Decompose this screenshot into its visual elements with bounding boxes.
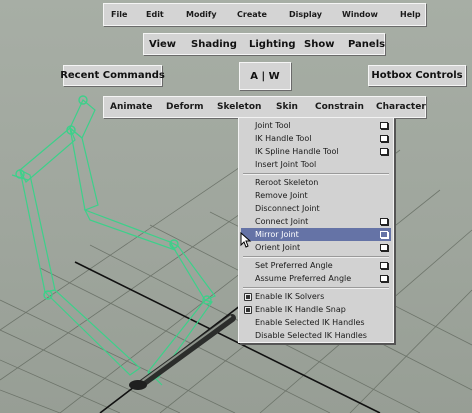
menu-item-enable-selected-ik-handles[interactable]: Enable Selected IK Handles bbox=[241, 316, 391, 329]
option-box-icon[interactable] bbox=[380, 231, 388, 238]
menu-item-set-preferred-angle[interactable]: Set Preferred Angle bbox=[241, 259, 391, 272]
option-box-icon[interactable] bbox=[380, 262, 388, 269]
option-box-icon[interactable] bbox=[380, 135, 388, 142]
menu-item-label: Insert Joint Tool bbox=[255, 160, 317, 169]
menu-item-enable-ik-handle-snap[interactable]: Enable IK Handle Snap bbox=[241, 303, 391, 316]
menu-item-joint-tool[interactable]: Joint Tool bbox=[241, 119, 391, 132]
option-box-icon[interactable] bbox=[380, 244, 388, 251]
menu-item-disable-selected-ik-handles[interactable]: Disable Selected IK Handles bbox=[241, 329, 391, 342]
menu-item-label: Reroot Skeleton bbox=[255, 178, 319, 187]
menu-separator bbox=[243, 287, 389, 289]
menu-item-label: Mirror Joint bbox=[255, 230, 299, 239]
menu-item-label: Disable Selected IK Handles bbox=[255, 331, 367, 340]
menu-item-label: IK Spline Handle Tool bbox=[255, 147, 339, 156]
menu-item-label: Set Preferred Angle bbox=[255, 261, 333, 270]
menu-modify[interactable]: Modify bbox=[186, 4, 217, 25]
menu-item-mirror-joint[interactable]: Mirror Joint bbox=[241, 228, 391, 241]
skeleton-dropdown-menu: Joint Tool IK Handle Tool IK Spline Hand… bbox=[238, 117, 394, 343]
menu-edit[interactable]: Edit bbox=[146, 4, 164, 25]
menu-item-orient-joint[interactable]: Orient Joint bbox=[241, 241, 391, 254]
menu-item-connect-joint[interactable]: Connect Joint bbox=[241, 215, 391, 228]
menu-item-label: Joint Tool bbox=[255, 121, 291, 130]
menu-create[interactable]: Create bbox=[237, 4, 267, 25]
menu-item-label: Connect Joint bbox=[255, 217, 309, 226]
menu-view[interactable]: View bbox=[149, 34, 176, 54]
menu-file[interactable]: File bbox=[111, 4, 127, 25]
menu-item-label: Enable Selected IK Handles bbox=[255, 318, 365, 327]
ground-grid bbox=[0, 139, 472, 413]
menu-item-disconnect-joint[interactable]: Disconnect Joint bbox=[241, 202, 391, 215]
menu-constrain[interactable]: Constrain bbox=[315, 97, 364, 117]
menu-show[interactable]: Show bbox=[304, 34, 334, 54]
menu-item-label: Orient Joint bbox=[255, 243, 301, 252]
scene-graphics bbox=[0, 95, 472, 413]
hotbox-controls-button[interactable]: Hotbox Controls bbox=[368, 65, 466, 86]
mouse-cursor-icon bbox=[240, 232, 252, 248]
menu-display[interactable]: Display bbox=[289, 4, 322, 25]
menu-item-label: IK Handle Tool bbox=[255, 134, 312, 143]
option-box-icon[interactable] bbox=[380, 218, 388, 225]
joint-markers bbox=[15, 95, 212, 381]
menu-help[interactable]: Help bbox=[400, 4, 421, 25]
recent-commands-button[interactable]: Recent Commands bbox=[60, 65, 165, 86]
module-menu-bar: Animate Deform Skeleton Skin Constrain C… bbox=[103, 96, 426, 118]
menu-skin[interactable]: Skin bbox=[276, 97, 298, 117]
menu-item-reroot-skeleton[interactable]: Reroot Skeleton bbox=[241, 176, 391, 189]
main-menu-bar: File Edit Modify Create Display Window H… bbox=[103, 3, 426, 26]
panel-menu-bar: View Shading Lighting Show Panels bbox=[143, 33, 385, 55]
menu-item-label: Enable IK Handle Snap bbox=[255, 305, 346, 314]
menu-window[interactable]: Window bbox=[342, 4, 378, 25]
perspective-viewport[interactable]: File Edit Modify Create Display Window H… bbox=[0, 0, 472, 413]
menu-item-remove-joint[interactable]: Remove Joint bbox=[241, 189, 391, 202]
menu-item-assume-preferred-angle[interactable]: Assume Preferred Angle bbox=[241, 272, 391, 285]
menu-lighting[interactable]: Lighting bbox=[249, 34, 296, 54]
option-box-icon[interactable] bbox=[380, 148, 388, 155]
menu-item-insert-joint-tool[interactable]: Insert Joint Tool bbox=[241, 158, 391, 171]
menu-separator bbox=[243, 173, 389, 175]
menu-item-label: Assume Preferred Angle bbox=[255, 274, 352, 283]
menu-item-enable-ik-solvers[interactable]: Enable IK Solvers bbox=[241, 290, 391, 303]
menu-animate[interactable]: Animate bbox=[110, 97, 152, 117]
menu-separator bbox=[243, 256, 389, 258]
option-box-icon[interactable] bbox=[380, 122, 388, 129]
menu-item-ik-spline-handle-tool[interactable]: IK Spline Handle Tool bbox=[241, 145, 391, 158]
option-box-icon[interactable] bbox=[380, 275, 388, 282]
menu-item-label: Enable IK Solvers bbox=[255, 292, 325, 301]
checkbox-icon[interactable] bbox=[244, 293, 252, 301]
checkbox-icon[interactable] bbox=[244, 306, 252, 314]
menu-panels[interactable]: Panels bbox=[348, 34, 385, 54]
ik-handle-tube bbox=[129, 314, 236, 390]
aw-button[interactable]: A | W bbox=[239, 62, 291, 90]
menu-shading[interactable]: Shading bbox=[191, 34, 237, 54]
menu-item-ik-handle-tool[interactable]: IK Handle Tool bbox=[241, 132, 391, 145]
menu-item-label: Disconnect Joint bbox=[255, 204, 320, 213]
menu-skeleton[interactable]: Skeleton bbox=[217, 97, 261, 117]
menu-item-label: Remove Joint bbox=[255, 191, 308, 200]
menu-character[interactable]: Character bbox=[376, 97, 426, 117]
menu-deform[interactable]: Deform bbox=[166, 97, 204, 117]
